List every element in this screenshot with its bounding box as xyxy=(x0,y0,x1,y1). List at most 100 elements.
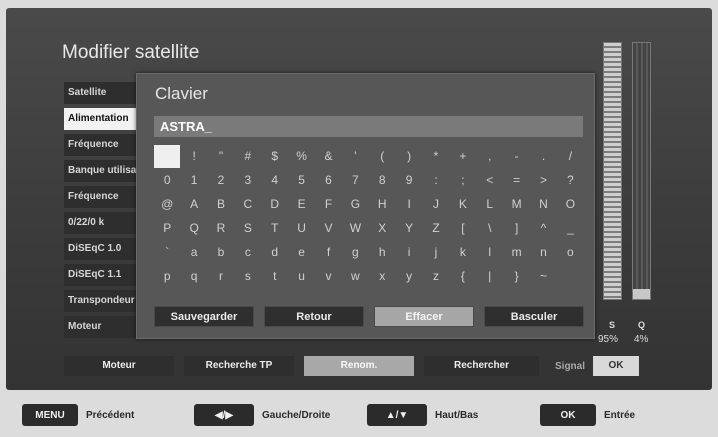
key[interactable]: * xyxy=(423,145,449,168)
rename-button[interactable]: Renom. xyxy=(304,356,414,376)
key[interactable]: 7 xyxy=(342,169,368,192)
key[interactable]: B xyxy=(208,193,234,216)
key[interactable]: N xyxy=(530,193,556,216)
key[interactable]: ; xyxy=(450,169,476,192)
key[interactable]: $ xyxy=(262,145,288,168)
search-button[interactable]: Rechercher xyxy=(424,356,539,376)
key[interactable]: e xyxy=(288,241,314,264)
key[interactable]: a xyxy=(181,241,207,264)
key[interactable]: f xyxy=(315,241,341,264)
key[interactable]: W xyxy=(342,217,368,240)
key[interactable]: } xyxy=(503,265,529,288)
search-tp-button[interactable]: Recherche TP xyxy=(184,356,294,376)
key[interactable]: q xyxy=(181,265,207,288)
key[interactable]: s xyxy=(235,265,261,288)
key[interactable]: V xyxy=(315,217,341,240)
key[interactable]: ) xyxy=(396,145,422,168)
key[interactable]: u xyxy=(288,265,314,288)
key[interactable]: 8 xyxy=(369,169,395,192)
key[interactable]: / xyxy=(557,145,583,168)
key[interactable]: 3 xyxy=(235,169,261,192)
key[interactable]: D xyxy=(262,193,288,216)
key[interactable]: n xyxy=(530,241,556,264)
key[interactable]: 9 xyxy=(396,169,422,192)
key[interactable]: x xyxy=(369,265,395,288)
key[interactable]: P xyxy=(154,217,180,240)
key[interactable]: g xyxy=(342,241,368,264)
key[interactable]: \ xyxy=(477,217,503,240)
save-button[interactable]: Sauvegarder xyxy=(154,306,254,327)
key[interactable]: d xyxy=(262,241,288,264)
key[interactable]: b xyxy=(208,241,234,264)
key[interactable]: ( xyxy=(369,145,395,168)
key[interactable]: [ xyxy=(450,217,476,240)
key[interactable]: C xyxy=(235,193,261,216)
key[interactable]: m xyxy=(503,241,529,264)
key[interactable]: S xyxy=(235,217,261,240)
toggle-case-button[interactable]: Basculer xyxy=(484,306,584,327)
key[interactable]: 5 xyxy=(288,169,314,192)
key[interactable]: = xyxy=(503,169,529,192)
key[interactable]: H xyxy=(369,193,395,216)
key[interactable]: { xyxy=(450,265,476,288)
erase-button[interactable]: Effacer xyxy=(374,306,474,327)
key[interactable]: G xyxy=(342,193,368,216)
name-input[interactable]: ASTRA_ xyxy=(154,116,583,137)
key[interactable]: p xyxy=(154,265,180,288)
key[interactable]: F xyxy=(315,193,341,216)
key[interactable]: t xyxy=(262,265,288,288)
key[interactable]: h xyxy=(369,241,395,264)
key[interactable]: 1 xyxy=(181,169,207,192)
key[interactable]: A xyxy=(181,193,207,216)
key[interactable]: k xyxy=(450,241,476,264)
key[interactable]: w xyxy=(342,265,368,288)
key[interactable]: + xyxy=(450,145,476,168)
key[interactable]: & xyxy=(315,145,341,168)
key[interactable]: X xyxy=(369,217,395,240)
key[interactable]: I xyxy=(396,193,422,216)
key[interactable]: R xyxy=(208,217,234,240)
key[interactable]: i xyxy=(396,241,422,264)
key[interactable]: r xyxy=(208,265,234,288)
key[interactable]: 4 xyxy=(262,169,288,192)
key[interactable]: ^ xyxy=(530,217,556,240)
key[interactable]: 0 xyxy=(154,169,180,192)
key[interactable]: J xyxy=(423,193,449,216)
key[interactable]: | xyxy=(477,265,503,288)
key[interactable]: : xyxy=(423,169,449,192)
key[interactable]: y xyxy=(396,265,422,288)
key[interactable]: 6 xyxy=(315,169,341,192)
motor-button[interactable]: Moteur xyxy=(64,356,174,376)
key[interactable]: E xyxy=(288,193,314,216)
key[interactable]: _ xyxy=(557,217,583,240)
key[interactable]: z xyxy=(423,265,449,288)
key[interactable]: Q xyxy=(181,217,207,240)
key[interactable] xyxy=(557,265,583,288)
key[interactable]: ! xyxy=(181,145,207,168)
key[interactable]: ] xyxy=(503,217,529,240)
key[interactable]: Z xyxy=(423,217,449,240)
key[interactable]: U xyxy=(288,217,314,240)
key[interactable]: < xyxy=(477,169,503,192)
key[interactable]: ' xyxy=(342,145,368,168)
key[interactable]: , xyxy=(477,145,503,168)
key[interactable]: L xyxy=(477,193,503,216)
key[interactable]: @ xyxy=(154,193,180,216)
key[interactable]: . xyxy=(530,145,556,168)
key[interactable]: K xyxy=(450,193,476,216)
key[interactable]: " xyxy=(208,145,234,168)
key[interactable]: M xyxy=(503,193,529,216)
key[interactable]: > xyxy=(530,169,556,192)
key[interactable]: ` xyxy=(154,241,180,264)
key[interactable]: v xyxy=(315,265,341,288)
key[interactable]: # xyxy=(235,145,261,168)
key[interactable]: - xyxy=(503,145,529,168)
key[interactable]: o xyxy=(557,241,583,264)
key[interactable]: O xyxy=(557,193,583,216)
key[interactable]: l xyxy=(477,241,503,264)
key[interactable]: 2 xyxy=(208,169,234,192)
key[interactable]: c xyxy=(235,241,261,264)
back-button[interactable]: Retour xyxy=(264,306,364,327)
key[interactable]: ~ xyxy=(530,265,556,288)
key[interactable]: T xyxy=(262,217,288,240)
